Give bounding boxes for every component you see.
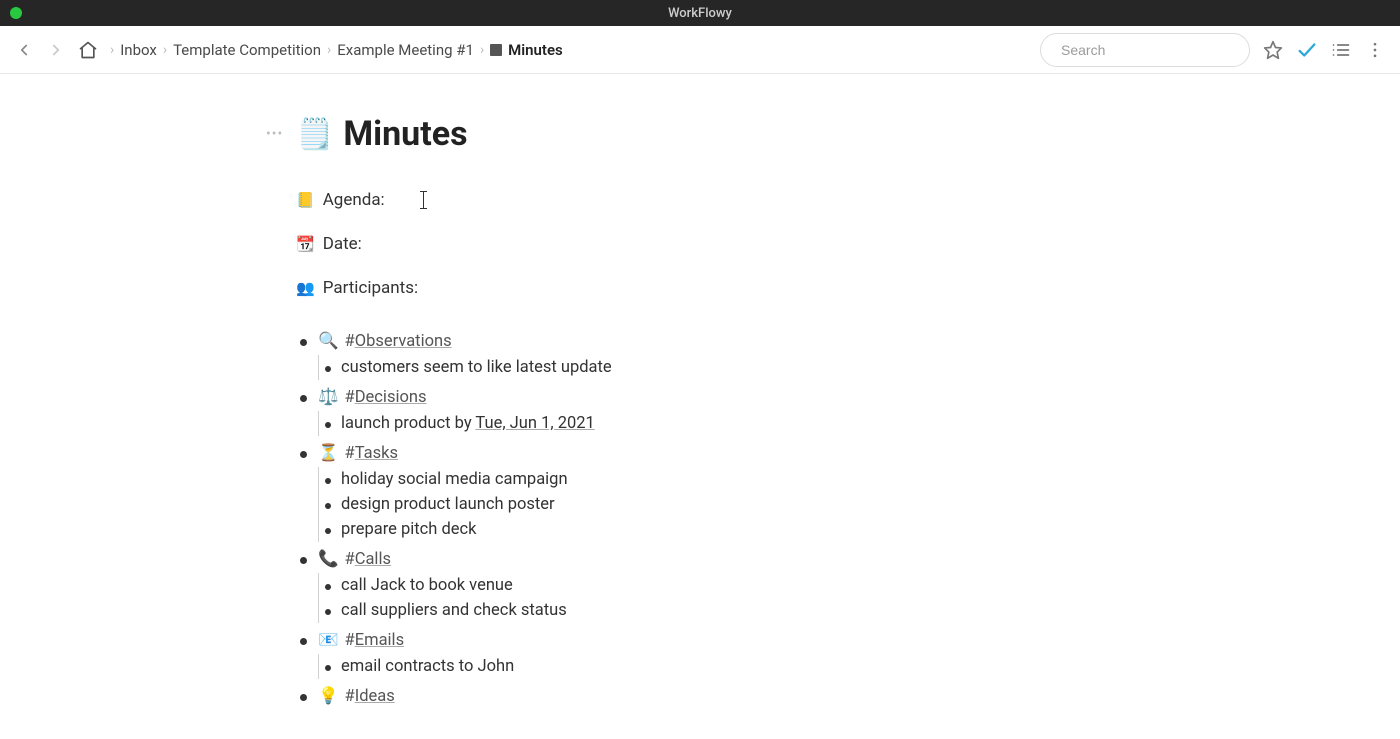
- list-item[interactable]: holiday social media campaign: [319, 467, 1400, 492]
- agenda-emoji: 📒: [296, 191, 315, 209]
- participants-row[interactable]: 👥 Participants:: [296, 278, 1400, 298]
- text-cursor: [423, 191, 424, 209]
- section-head[interactable]: 💡 #Ideas: [318, 685, 1400, 708]
- star-button[interactable]: [1262, 39, 1284, 61]
- page-title-emoji: 🗒️: [296, 117, 333, 152]
- observations-emoji: 🔍: [318, 332, 339, 351]
- more-menu-button[interactable]: [1364, 39, 1386, 61]
- breadcrumb: › Inbox › Template Competition › Example…: [110, 41, 563, 59]
- page-title[interactable]: Minutes: [343, 114, 467, 154]
- breadcrumb-item-example-meeting[interactable]: Example Meeting #1: [337, 41, 474, 59]
- chevron-right-icon: ›: [327, 42, 331, 58]
- agenda-row[interactable]: 📒 Agenda:: [296, 190, 1400, 210]
- breadcrumb-item-current[interactable]: Minutes: [490, 41, 563, 59]
- window-controls: [10, 7, 22, 19]
- document-content: ••• 🗒️ Minutes 📒 Agenda: 📆 Date: 👥 Parti…: [0, 74, 1400, 708]
- outline: 🔍 #Observations customers seem to like lat…: [296, 330, 1400, 708]
- chevron-right-icon: ›: [110, 42, 114, 58]
- section-tasks[interactable]: ⏳ #Tasks holiday social media campaigndesi…: [296, 442, 1400, 542]
- section-items: email contracts to John: [318, 654, 1400, 679]
- tag-calls[interactable]: #Calls: [345, 550, 391, 569]
- tag-ideas[interactable]: #Ideas: [345, 687, 395, 706]
- section-items: holiday social media campaigndesign prod…: [318, 467, 1400, 542]
- ideas-emoji: 💡: [318, 687, 339, 706]
- breadcrumb-item-template-competition[interactable]: Template Competition: [173, 41, 321, 59]
- section-decisions[interactable]: ⚖️ #Decisions launch product by Tue, Jun 1…: [296, 386, 1400, 436]
- inline-date[interactable]: Tue, Jun 1, 2021: [475, 414, 594, 433]
- date-row[interactable]: 📆 Date:: [296, 234, 1400, 254]
- emails-emoji: 📧: [318, 631, 339, 650]
- chevron-right-icon: ›: [163, 42, 167, 58]
- section-ideas[interactable]: 💡 #Ideas: [296, 685, 1400, 708]
- section-head[interactable]: ⚖️ #Decisions: [318, 386, 1400, 409]
- section-items: call Jack to book venuecall suppliers an…: [318, 573, 1400, 623]
- note-icon: [490, 44, 502, 56]
- section-emails[interactable]: 📧 #Emails email contracts to John: [296, 629, 1400, 679]
- chevron-right-icon: ›: [480, 42, 484, 58]
- tasks-emoji: ⏳: [318, 444, 339, 463]
- toolbar: › Inbox › Template Competition › Example…: [0, 26, 1400, 74]
- list-item[interactable]: call Jack to book venue: [319, 573, 1400, 598]
- calls-emoji: 📞: [318, 550, 339, 569]
- section-head[interactable]: 🔍 #Observations: [318, 330, 1400, 353]
- section-head[interactable]: ⏳ #Tasks: [318, 442, 1400, 465]
- agenda-label: Agenda:: [323, 190, 385, 210]
- date-emoji: 📆: [296, 235, 315, 253]
- tag-emails[interactable]: #Emails: [345, 631, 405, 650]
- decisions-emoji: ⚖️: [318, 388, 339, 407]
- search-input[interactable]: [1061, 42, 1242, 58]
- app-title: WorkFlowy: [668, 6, 732, 21]
- traffic-light-green[interactable]: [10, 7, 22, 19]
- tag-decisions[interactable]: #Decisions: [345, 388, 427, 407]
- list-item[interactable]: email contracts to John: [319, 654, 1400, 679]
- list-view-button[interactable]: [1330, 39, 1352, 61]
- list-item[interactable]: prepare pitch deck: [319, 517, 1400, 542]
- home-button[interactable]: [78, 40, 98, 60]
- list-item[interactable]: customers seem to like latest update: [319, 355, 1400, 380]
- section-observations[interactable]: 🔍 #Observations customers seem to like lat…: [296, 330, 1400, 380]
- page-title-row[interactable]: ••• 🗒️ Minutes: [296, 114, 1400, 154]
- participants-emoji: 👥: [296, 279, 315, 297]
- section-calls[interactable]: 📞 #Calls call Jack to book venuecall suppl…: [296, 548, 1400, 623]
- list-item[interactable]: launch product by Tue, Jun 1, 2021: [319, 411, 1400, 436]
- date-label: Date:: [323, 234, 362, 254]
- breadcrumb-current-label: Minutes: [508, 41, 563, 59]
- tag-observations[interactable]: #Observations: [345, 332, 452, 351]
- search-box[interactable]: [1040, 33, 1250, 67]
- titlebar: WorkFlowy: [0, 0, 1400, 26]
- section-items: launch product by Tue, Jun 1, 2021: [318, 411, 1400, 436]
- section-head[interactable]: 📧 #Emails: [318, 629, 1400, 652]
- nav-forward-button[interactable]: [46, 40, 66, 60]
- nav-back-button[interactable]: [14, 40, 34, 60]
- complete-toggle-button[interactable]: [1296, 39, 1318, 61]
- participants-label: Participants:: [323, 278, 418, 298]
- breadcrumb-item-inbox[interactable]: Inbox: [120, 41, 157, 59]
- tag-tasks[interactable]: #Tasks: [345, 444, 398, 463]
- bullet-menu-icon[interactable]: •••: [266, 126, 283, 142]
- list-item[interactable]: call suppliers and check status: [319, 598, 1400, 623]
- list-item[interactable]: design product launch poster: [319, 492, 1400, 517]
- section-items: customers seem to like latest update: [318, 355, 1400, 380]
- section-head[interactable]: 📞 #Calls: [318, 548, 1400, 571]
